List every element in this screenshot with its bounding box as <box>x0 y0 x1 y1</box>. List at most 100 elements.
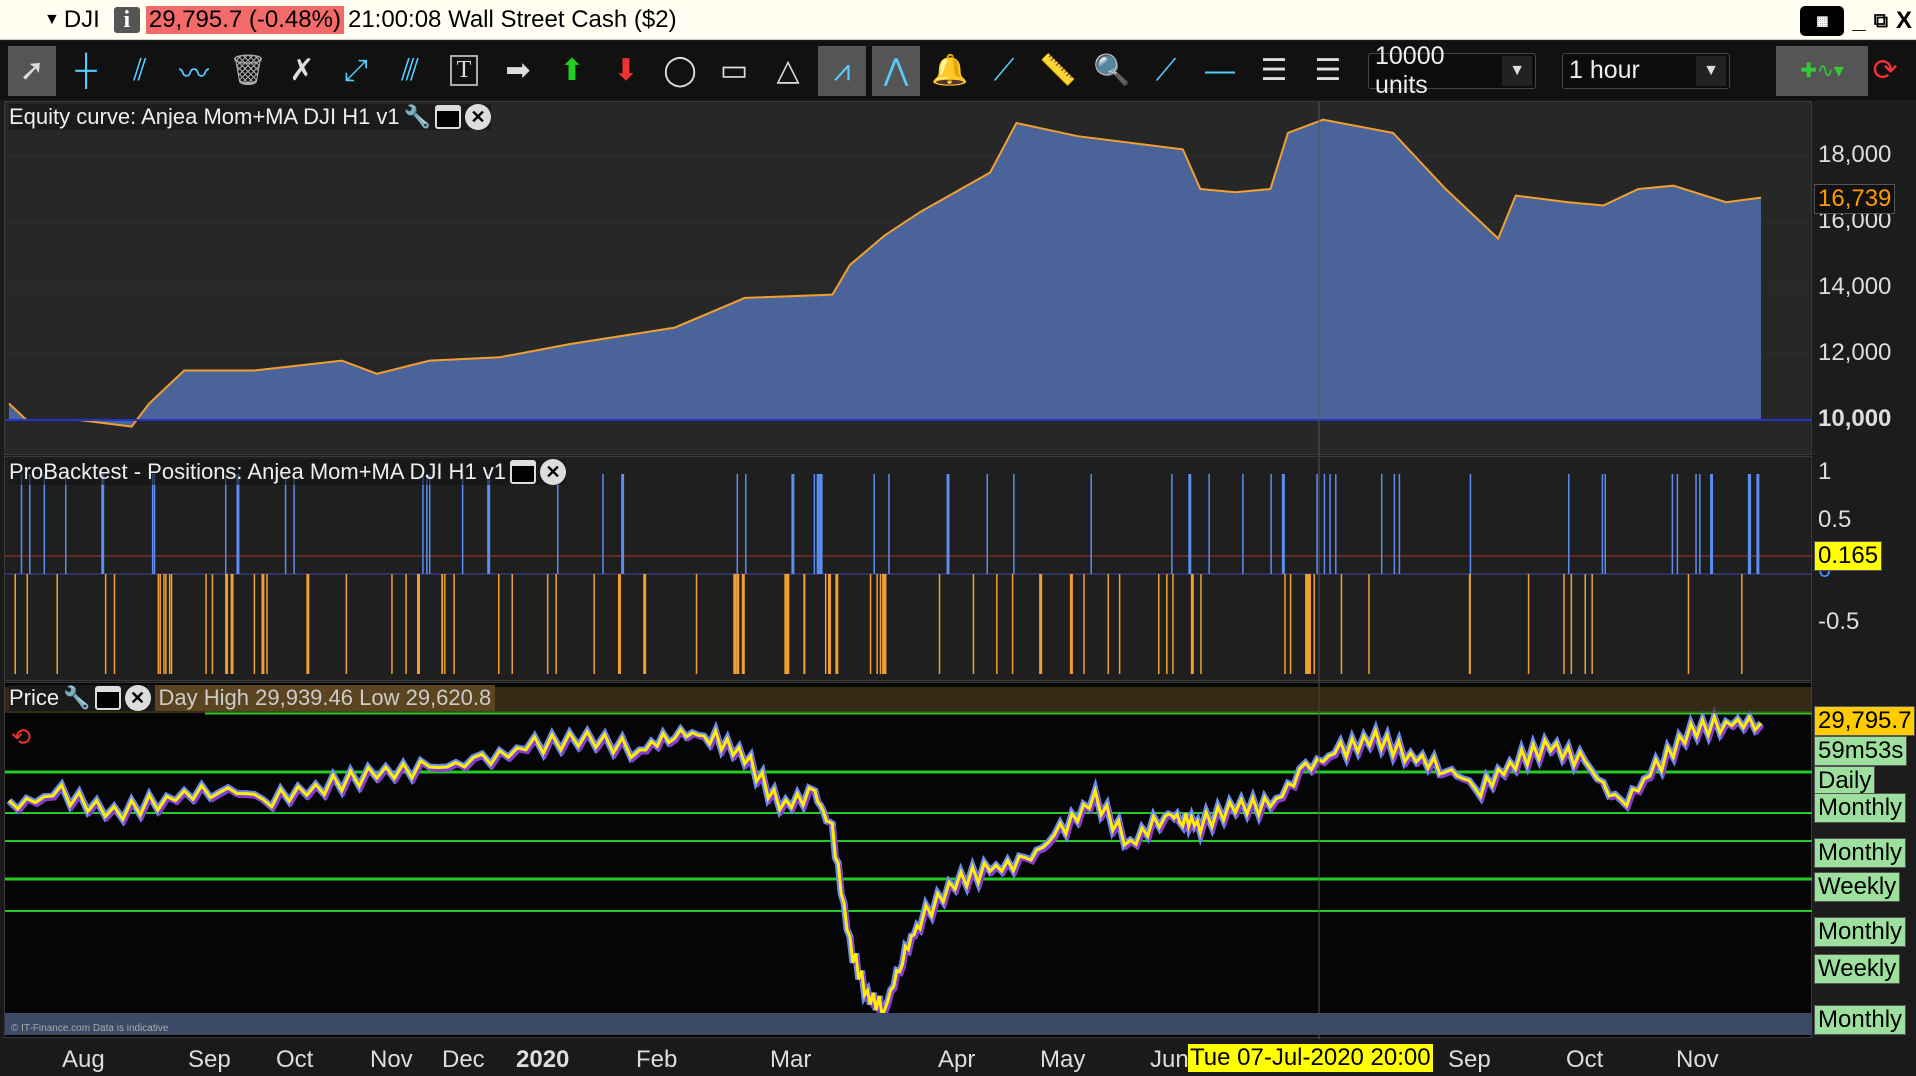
parallel-channel-tool[interactable]: ⫽ <box>116 46 164 96</box>
tick-label: 1 <box>1818 458 1832 485</box>
positions-chart <box>5 457 1813 682</box>
close-panel-icon[interactable]: ✕ <box>124 685 151 711</box>
horizontal-line-tool[interactable]: — <box>1196 46 1244 96</box>
trend-channel-tool[interactable]: 〰 <box>170 46 218 96</box>
level-tag: Daily <box>1814 766 1876 796</box>
indicators-button[interactable]: ✚∿▾ <box>1776 45 1868 96</box>
close-button[interactable]: X <box>1896 7 1912 35</box>
positions-current-tag: 0.165 <box>1814 541 1883 571</box>
parallel-lines-tool[interactable]: ⫻ <box>386 46 434 96</box>
tools-icon[interactable]: ✗ <box>278 46 326 96</box>
level-tag: Monthly <box>1814 1005 1907 1035</box>
title-bar: ▼ DJI i 29,795.7 (-0.48%) 21:00:08 Wall S… <box>0 0 1916 40</box>
time-label: Dec <box>442 1046 485 1073</box>
data-disclaimer: © IT-Finance.com Data is indicative <box>11 1023 169 1034</box>
close-panel-icon[interactable]: ✕ <box>540 459 567 485</box>
time-label: Feb <box>636 1046 678 1073</box>
time-label: Sep <box>1448 1046 1491 1073</box>
crosshair-time-tag: Tue 07-Jul-2020 20:00 <box>1188 1044 1433 1072</box>
restore-button[interactable]: ⧉ <box>1874 10 1888 33</box>
volume-strip <box>5 1013 1813 1035</box>
level-tag: Weekly <box>1814 954 1901 984</box>
price-band <box>6 705 1764 1027</box>
time-label: May <box>1040 1046 1086 1073</box>
info-icon[interactable]: i <box>113 6 140 33</box>
symbol-selector[interactable]: ▼ DJI <box>44 6 100 34</box>
time-label: Nov <box>1676 1046 1719 1073</box>
equity-curve-panel: Equity curve: Anjea Mom+MA DJI H1 v1 🔧 ✕ <box>4 101 1813 456</box>
rectangle-tool[interactable]: ▭ <box>710 46 758 96</box>
positions-panel-header: ProBacktest - Positions: Anjea Mom+MA DJ… <box>9 459 567 485</box>
equity-chart <box>5 102 1813 456</box>
auto-trading-icon[interactable]: ⟳ <box>1872 46 1897 96</box>
triangle-pattern-tool[interactable]: ⋀ <box>872 45 920 96</box>
price-chart <box>5 683 1813 1039</box>
segment-tool[interactable]: ⤢ <box>332 46 380 96</box>
cursor-icon: ➚ <box>19 54 45 87</box>
price-panel: Price 🔧 ✕ Day High 29,939.46 Low 29,620.8 ⟲… <box>4 682 1813 1039</box>
time-label: Jun <box>1150 1046 1189 1073</box>
triangle-tool[interactable]: △ <box>764 46 812 96</box>
tick-label: 18,000 <box>1818 141 1892 168</box>
time-label: Apr <box>938 1046 976 1073</box>
horizontal-channel-tool[interactable]: ⩘ <box>818 45 866 96</box>
equity-current-tag: 16,739 <box>1814 184 1896 214</box>
wrench-icon[interactable]: 🔧 <box>404 104 431 130</box>
price-change: 29,795.7 (-0.48%) <box>145 5 344 34</box>
text-tool[interactable]: T <box>440 46 488 96</box>
keyboard-icon[interactable]: ▦ <box>1800 6 1845 36</box>
tick-label: 14,000 <box>1818 273 1892 300</box>
positions-panel: ProBacktest - Positions: Anjea Mom+MA DJ… <box>4 456 1813 682</box>
maximize-icon[interactable] <box>94 686 121 710</box>
time-label: Aug <box>62 1046 105 1073</box>
maximize-icon[interactable] <box>435 105 462 129</box>
fibonacci-fan-tool[interactable]: ☰ <box>1304 46 1352 96</box>
trash-icon[interactable]: 🗑 <box>224 46 272 96</box>
wrench-icon[interactable]: 🔧 <box>63 685 90 711</box>
timeframe-dropdown[interactable]: 1 hour ▼ <box>1562 52 1730 89</box>
equity-panel-header: Equity curve: Anjea Mom+MA DJI H1 v1 🔧 ✕ <box>9 104 492 130</box>
equity-y-axis: 18,000 16,000 14,000 12,000 10,000 <box>1812 101 1916 455</box>
level-tag: Weekly <box>1814 872 1901 902</box>
time-label: Mar <box>770 1046 812 1073</box>
time-axis: Aug Sep Oct Nov Dec 2020 Feb Mar Apr May… <box>0 1040 1916 1076</box>
time-label: Nov <box>370 1046 413 1073</box>
day-high-low: Day High 29,939.46 Low 29,620.8 <box>154 685 496 711</box>
level-tag: Monthly <box>1814 793 1907 823</box>
close-panel-icon[interactable]: ✕ <box>465 104 492 130</box>
arrow-right-icon[interactable]: ➡ <box>494 46 542 96</box>
ruler-icon[interactable]: 📏 <box>1034 46 1082 96</box>
half-line-tool[interactable]: ⟋ <box>1142 46 1190 96</box>
zoom-icon[interactable]: 🔍 <box>1088 46 1136 96</box>
minimize-button[interactable]: _ <box>1852 7 1865 35</box>
tick-label: -0.5 <box>1818 608 1860 635</box>
ellipse-tool[interactable]: ◯ <box>656 46 704 96</box>
drawing-toolbar: ➚ ┼ ⫽ 〰 🗑 ✗ ⤢ ⫻ T ➡ ⬆ ⬇ ◯ ▭ △ ⩘ ⋀ 🔔 ⟋ 📏 … <box>0 41 1916 100</box>
alert-bell-icon[interactable]: 🔔 <box>926 46 974 96</box>
tick-label: 0.5 <box>1818 506 1852 533</box>
instrument-name: Wall Street Cash ($2) <box>448 5 677 33</box>
refresh-icon[interactable]: ⟲ <box>11 723 31 752</box>
price-current-tag: 29,795.7 <box>1814 706 1916 736</box>
equity-area <box>9 119 1761 427</box>
time-label: Oct <box>276 1046 314 1073</box>
level-tag: Monthly <box>1814 917 1907 947</box>
tick-label: 10,000 <box>1818 405 1892 432</box>
arrow-up-icon[interactable]: ⬆ <box>548 46 596 96</box>
time-label: Sep <box>188 1046 231 1073</box>
time-label: 2020 <box>516 1046 570 1073</box>
time-label: Oct <box>1566 1046 1604 1073</box>
price-panel-header: Price 🔧 ✕ Day High 29,939.46 Low 29,620.8 <box>9 685 496 711</box>
level-tag: Monthly <box>1814 838 1907 868</box>
fibonacci-tool[interactable]: ☰ <box>1250 46 1298 96</box>
arrow-down-icon[interactable]: ⬇ <box>602 46 650 96</box>
vertical-line-tool[interactable]: ┼ <box>62 46 110 96</box>
line-tool[interactable]: ⟋ <box>980 46 1028 96</box>
countdown-tag: 59m53s <box>1814 736 1908 766</box>
pointer-tool[interactable]: ➚ <box>8 45 56 96</box>
units-dropdown[interactable]: 10000 units ▼ <box>1368 42 1536 99</box>
moving-average-line <box>9 715 1765 1024</box>
price-line <box>7 712 1763 1021</box>
maximize-icon[interactable] <box>510 460 537 484</box>
chevron-down-icon: ▼ <box>1502 55 1532 86</box>
